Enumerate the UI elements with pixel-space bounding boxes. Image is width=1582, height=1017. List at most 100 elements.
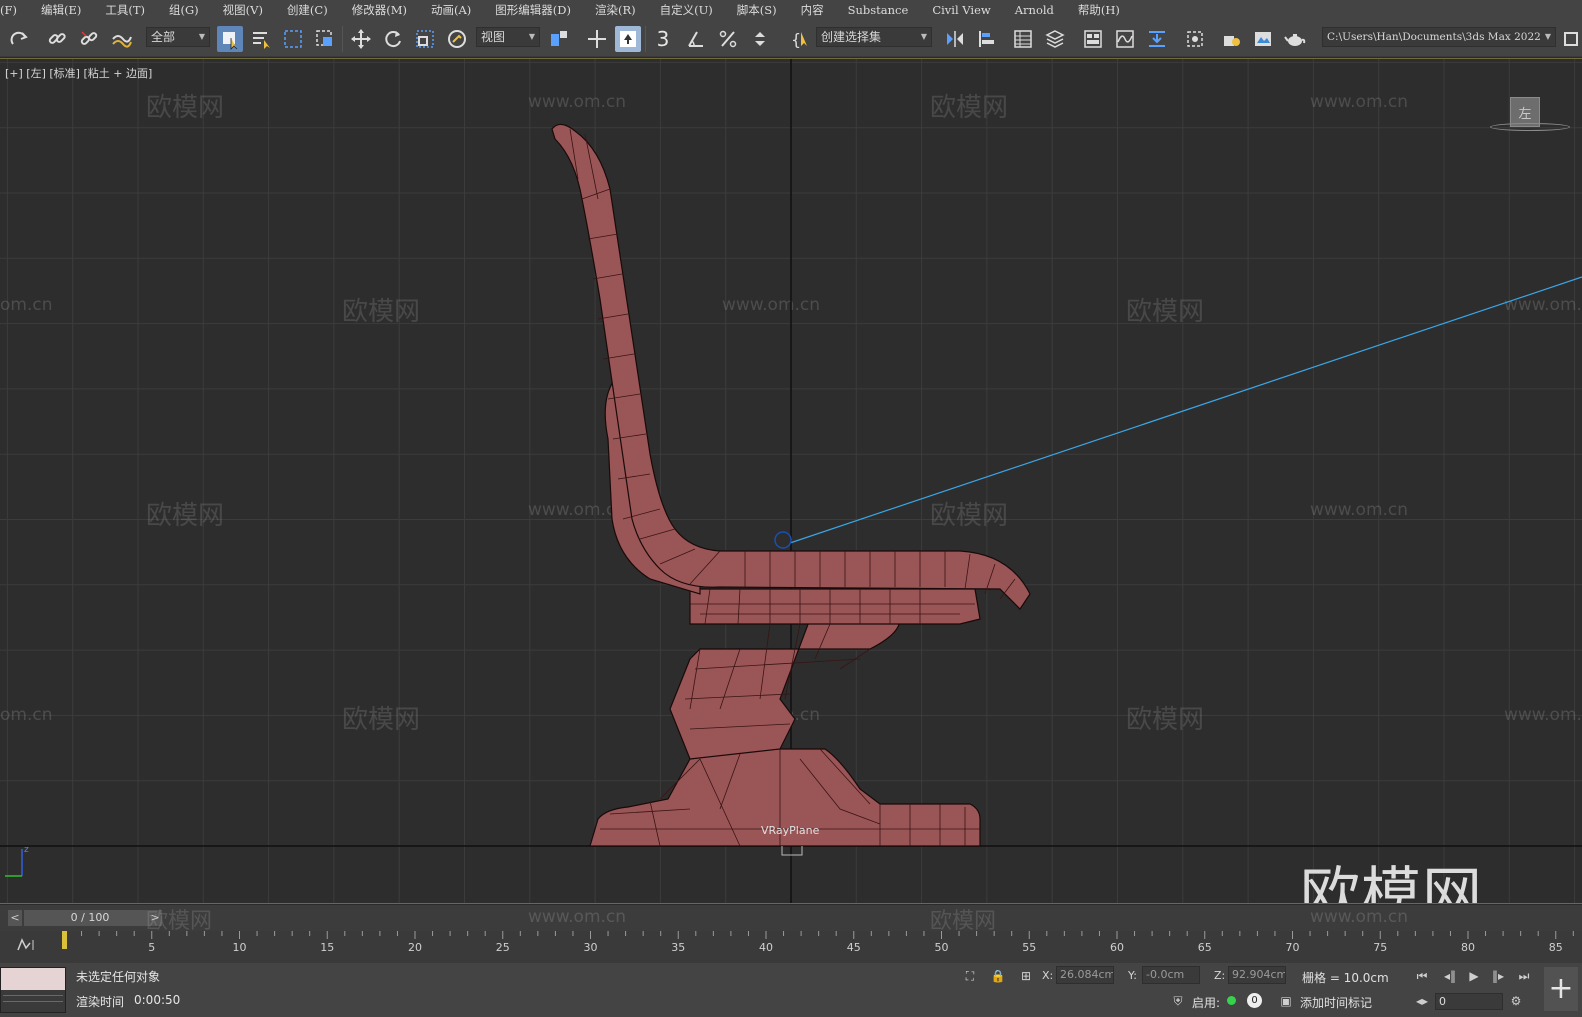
mini-curve-editor-button[interactable] (16, 937, 38, 953)
menu-item[interactable]: 视图(V) (213, 0, 277, 20)
menu-item[interactable]: 内容 (791, 0, 838, 20)
rendered-frame-window-button[interactable] (1250, 26, 1276, 52)
absolute-offset-icon[interactable]: ⊞ (1018, 968, 1034, 984)
time-config-icon[interactable]: ⚙ (1508, 993, 1524, 1009)
menu-item[interactable]: 工具(T) (95, 0, 159, 20)
rectangular-selection-button[interactable] (280, 26, 306, 52)
rendered-frame-icon (1255, 32, 1271, 46)
named-selection-set-dropdown[interactable]: 创建选择集 ▼ (816, 27, 932, 47)
material-editor-button[interactable] (1182, 26, 1208, 52)
current-frame-input[interactable]: 0 (1435, 993, 1503, 1010)
y-coord-label: Y: (1128, 969, 1137, 982)
add-time-tag-button[interactable]: 添加时间标记 (1300, 994, 1372, 1011)
snaps-toggle-button[interactable]: 3 (650, 26, 676, 52)
select-by-name-button[interactable] (248, 26, 274, 52)
edit-named-selection-button[interactable]: { (786, 26, 812, 52)
track-bar[interactable]: 5 10 15 20 25 30 35 40 45 50 55 60 65 70 75 80 85 (0, 931, 1582, 963)
z-coord-field[interactable]: 92.904cm (1228, 966, 1286, 984)
unlink-button[interactable] (76, 26, 102, 52)
menu-item[interactable]: 帮助(H) (1068, 0, 1134, 20)
place-button[interactable] (444, 26, 470, 52)
keyboard-shortcut-override-button[interactable] (615, 26, 641, 52)
spinner-snap-button[interactable] (747, 26, 773, 52)
select-object-button[interactable] (217, 26, 243, 52)
x-coord-field[interactable]: 26.084cm (1056, 966, 1114, 984)
rotate-button[interactable] (380, 26, 406, 52)
menu-item[interactable]: Arnold (1005, 0, 1068, 20)
select-manipulate-button[interactable] (584, 26, 610, 52)
shield-icon[interactable]: ⛨ (1170, 993, 1186, 1009)
isolate-selection-icon[interactable]: ⛶ (962, 968, 978, 984)
current-frame-marker (62, 931, 67, 949)
schematic-view-button[interactable] (1144, 26, 1170, 52)
lock-selection-icon[interactable]: 🔒 (990, 968, 1006, 984)
named-selection-set-value: 创建选择集 (821, 30, 882, 44)
time-tag-icon[interactable]: ▣ (1278, 993, 1294, 1009)
ruler-tick-label: 70 (1286, 941, 1300, 954)
reference-coord-dropdown[interactable]: 视图 ▼ (476, 27, 540, 47)
pivot-center-button[interactable] (546, 26, 572, 52)
status-bar: 未选定任何对象 渲染时间 0:00:50 ⛶ 🔒 ⊞ X: 26.084cm Y… (0, 963, 1582, 1017)
snaps-toggle-label: 3 (656, 27, 670, 51)
project-path-dropdown[interactable]: C:\Users\Han\Documents\3ds Max 2022 ▼ (1322, 27, 1556, 47)
previous-frame-icon[interactable]: ◂‖ (1442, 968, 1458, 984)
curve-editor-button[interactable] (1112, 26, 1138, 52)
chevron-down-icon: ▼ (920, 32, 927, 41)
unlink-icon (80, 31, 98, 45)
spinner-snap-icon (755, 32, 765, 46)
menu-item[interactable]: 修改器(M) (342, 0, 421, 20)
ruler-tick-label: 35 (671, 941, 685, 954)
y-coord-field[interactable]: -0.0cm (1142, 966, 1200, 984)
menu-item[interactable]: 创建(C) (277, 0, 342, 20)
percent-snap-button[interactable] (715, 26, 741, 52)
bind-spacewarp-button[interactable] (108, 26, 134, 52)
next-frame-icon[interactable]: ‖▸ (1490, 968, 1506, 984)
add-button[interactable]: + (1544, 967, 1578, 1011)
vrayplane-label: VRayPlane (761, 824, 820, 837)
menu-item[interactable]: Substance (838, 0, 923, 20)
go-to-end-icon[interactable]: ⏭ (1516, 968, 1532, 984)
viewport-label[interactable]: [+] [左] [标准] [粘土 + 边面] (5, 65, 152, 81)
go-to-start-icon[interactable]: ⏮ (1414, 968, 1430, 984)
menu-item[interactable]: 渲染(R) (585, 0, 650, 20)
time-slider[interactable]: < 0 / 100 > 欧模网 www.om.cn 欧模网 www.om.cn (0, 905, 1582, 934)
menu-item[interactable]: 图形编辑器(D) (485, 0, 585, 20)
status-green-dot (1227, 996, 1236, 1005)
light-target-line (789, 276, 1582, 544)
toggle-ribbon-button[interactable] (1080, 26, 1106, 52)
scale-button[interactable] (412, 26, 438, 52)
render-production-button[interactable] (1282, 26, 1308, 52)
link-button[interactable] (44, 26, 70, 52)
play-icon[interactable]: ▶ (1466, 968, 1482, 984)
ruler-tick-label: 60 (1110, 941, 1124, 954)
mirror-button[interactable] (942, 26, 968, 52)
scene-explorer-button[interactable] (1010, 26, 1036, 52)
angle-snap-button[interactable] (683, 26, 709, 52)
time-prev-button[interactable]: < (8, 910, 22, 926)
menu-item[interactable]: 组(G) (159, 0, 213, 20)
layer-explorer-button[interactable] (1042, 26, 1068, 52)
redo-button[interactable] (6, 26, 32, 52)
menu-item[interactable]: 动画(A) (421, 0, 485, 20)
menu-item[interactable]: Civil View (922, 0, 1004, 20)
toolbar-separator (645, 26, 646, 52)
scale-icon (416, 30, 434, 48)
window-crossing-button[interactable] (312, 26, 338, 52)
menu-item[interactable]: (F) (0, 0, 31, 20)
align-button[interactable] (974, 26, 1000, 52)
move-button[interactable] (348, 26, 374, 52)
selection-filter-dropdown[interactable]: 全部 ▼ (146, 27, 210, 47)
maxscript-listener[interactable] (0, 967, 66, 1013)
left-viewport[interactable]: 欧模网 www.om.cn 欧模网 www.om.cn om.cn 欧模网 ww… (0, 58, 1582, 904)
viewcube-compass-ring[interactable] (1490, 123, 1570, 131)
render-setup-button[interactable] (1218, 26, 1244, 52)
menu-item[interactable]: 脚本(S) (727, 0, 791, 20)
frame-display[interactable]: 0 / 100 (24, 910, 156, 926)
ruler-tick-label: 20 (408, 941, 422, 954)
menu-item[interactable]: 编辑(E) (31, 0, 95, 20)
menu-item[interactable]: 自定义(U) (650, 0, 727, 20)
ruler-tick-label: 55 (1022, 941, 1036, 954)
x-coord-label: X: (1042, 969, 1054, 982)
key-mode-icon[interactable]: ◂▸ (1414, 993, 1430, 1009)
project-folder-button[interactable] (1560, 26, 1582, 52)
